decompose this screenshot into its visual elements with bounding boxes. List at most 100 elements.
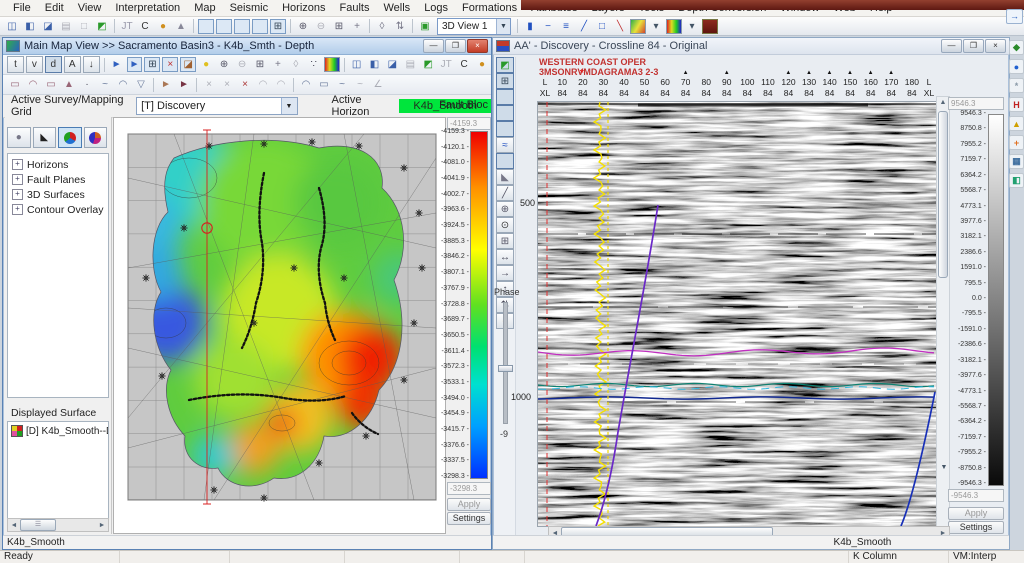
tree-item-horizons[interactable]: + Horizons	[8, 157, 108, 172]
tree-item-fault-planes[interactable]: + Fault Planes	[8, 172, 108, 187]
grid-module-icon[interactable]: ▦	[1009, 154, 1024, 169]
pie2-tab-icon[interactable]	[83, 127, 107, 148]
apply-button[interactable]: Apply	[948, 507, 1004, 520]
wave-smooth2-icon[interactable]: ~	[352, 77, 368, 92]
dual-display-icon[interactable]	[496, 121, 514, 137]
colorbar-icon[interactable]	[496, 153, 514, 169]
apply-button[interactable]: Apply	[447, 498, 491, 511]
restore-button[interactable]: ❐	[445, 39, 466, 53]
snap-strong-icon[interactable]: ►	[176, 77, 192, 92]
split-horizontal-icon[interactable]: ◧	[367, 57, 383, 72]
window-gray-icon[interactable]: ▤	[402, 57, 418, 72]
c-button[interactable]: C	[456, 57, 472, 72]
menu-map[interactable]: Map	[187, 1, 222, 15]
zoom-out-icon[interactable]: ⊖	[313, 19, 329, 34]
wiggle-va-icon[interactable]	[496, 89, 514, 105]
settings-button[interactable]: Settings	[447, 512, 491, 525]
scroll-left-icon[interactable]: ◄	[8, 522, 20, 529]
interp-arc2-icon[interactable]: ◠	[273, 77, 289, 92]
minimize-button[interactable]: —	[941, 39, 962, 53]
zoom-out-icon[interactable]: ⊖	[234, 57, 250, 72]
menu-file[interactable]: File	[6, 1, 38, 15]
posting-icon[interactable]: ∵	[306, 57, 322, 72]
chevron-down-icon[interactable]: ▼	[280, 98, 297, 114]
survey-select[interactable]: [T] Discovery ▼	[136, 97, 298, 115]
tree-item-3d-surfaces[interactable]: +3D Surfaces	[8, 187, 108, 202]
multiline-tool-icon[interactable]: ≡	[558, 19, 574, 34]
undo-icon[interactable]: ◊	[288, 57, 304, 72]
line-tool-icon[interactable]: −	[540, 19, 556, 34]
grid-select-icon[interactable]: ⊞	[144, 57, 161, 72]
scrollbar-thumb[interactable]	[938, 111, 948, 278]
split-vertical-icon[interactable]: ◫	[4, 19, 20, 34]
erase-area-icon[interactable]: ×	[219, 77, 235, 92]
c-button[interactable]: C	[137, 19, 153, 34]
menu-faults[interactable]: Faults	[333, 1, 377, 15]
crossline-view-icon[interactable]	[216, 18, 232, 34]
maroon-display-icon[interactable]	[702, 18, 718, 34]
wiggle-display-icon[interactable]: ▮	[522, 19, 538, 34]
menu-horizons[interactable]: Horizons	[275, 1, 332, 15]
contour-arc-icon[interactable]: ◠	[25, 77, 41, 92]
extend-arc-icon[interactable]: ◠	[298, 77, 314, 92]
pan-icon[interactable]: +	[349, 19, 365, 34]
erase-pick-icon[interactable]: ×	[201, 77, 217, 92]
pan-icon[interactable]: +	[270, 57, 286, 72]
settings-button[interactable]: Settings	[948, 521, 1004, 534]
tree-item-contour-overlay[interactable]: + Contour Overlay	[8, 202, 108, 217]
grid-view-icon[interactable]: ⊞	[270, 18, 286, 34]
menu-edit[interactable]: Edit	[38, 1, 71, 15]
close-button[interactable]: ×	[985, 39, 1006, 53]
new-window-icon[interactable]: ◪	[40, 19, 56, 34]
display-mode-icon[interactable]: ◩	[496, 57, 514, 73]
menu-view[interactable]: View	[71, 1, 109, 15]
erase-all-icon[interactable]: ×	[237, 77, 253, 92]
sync-scroll-icon[interactable]: ⇅	[392, 19, 408, 34]
map-window-icon[interactable]: ◩	[420, 57, 436, 72]
phase-slider-track[interactable]	[503, 302, 508, 424]
menu-formations[interactable]: Formations	[455, 1, 524, 15]
mode-button-v[interactable]: v	[25, 56, 43, 73]
zoom-in-icon[interactable]: ⊕	[216, 57, 232, 72]
displayed-surface-item[interactable]: [D] K4b_Smooth--Di...	[8, 424, 108, 438]
inline-view-icon[interactable]	[198, 18, 214, 34]
eraser-icon[interactable]: ◪	[180, 57, 197, 72]
globe-icon[interactable]: ●	[1009, 59, 1024, 74]
menu-logs[interactable]: Logs	[417, 1, 455, 15]
window-gray-icon[interactable]: ▤	[58, 19, 74, 34]
stretch-horizontal-icon[interactable]: ↔	[496, 249, 514, 265]
settings-caret-icon[interactable]: ▼	[939, 462, 949, 474]
map-canvas[interactable]	[113, 117, 446, 534]
point-pick-icon[interactable]: ·	[79, 77, 95, 92]
trough-pick-icon[interactable]: ▽	[133, 77, 149, 92]
tree-expand-icon[interactable]: +	[12, 204, 23, 215]
wave-smooth-icon[interactable]: ~	[334, 77, 350, 92]
select-wave-icon[interactable]: ►	[126, 57, 143, 72]
contour-flat-icon[interactable]: ▭	[43, 77, 59, 92]
slope-tool-icon[interactable]: ╱	[576, 19, 592, 34]
colorbar-min-input[interactable]: -3298.3	[447, 482, 491, 495]
timeslice-view-icon[interactable]	[234, 18, 250, 34]
pie-tab-icon[interactable]	[58, 127, 82, 148]
lock-icon[interactable]: ◊	[374, 19, 390, 34]
globe-tab-icon[interactable]: ●	[7, 127, 31, 148]
map-window-icon[interactable]: ◩	[94, 19, 110, 34]
well-tools-icon[interactable]: ●	[155, 19, 171, 34]
seismic-section-canvas[interactable]	[537, 101, 937, 527]
well-tools-icon[interactable]: ●	[474, 57, 490, 72]
split-horizontal-icon[interactable]: ◧	[22, 19, 38, 34]
scroll-right-icon[interactable]: ►	[96, 522, 108, 529]
mode-button-d[interactable]: d	[44, 56, 62, 73]
interp-arc-icon[interactable]: ◠	[255, 77, 271, 92]
menu-wells[interactable]: Wells	[376, 1, 417, 15]
chevron-down-icon[interactable]: ▼	[496, 18, 510, 34]
seismic-window-titlebar[interactable]: AA' - Discovery - Crossline 84 - Origina…	[493, 38, 1009, 55]
wedge-tab-icon[interactable]: ◣	[32, 127, 56, 148]
amplitude-min-input[interactable]: -9546.3	[948, 489, 1004, 502]
menu-seismic[interactable]: Seismic	[223, 1, 276, 15]
fault-segment-tool-icon[interactable]: ╲	[612, 19, 628, 34]
wells-module-icon[interactable]: H	[1009, 97, 1024, 112]
mode-button-A[interactable]: A	[63, 56, 81, 73]
density-display-icon[interactable]	[496, 105, 514, 121]
select-arrow-icon[interactable]: ►	[109, 57, 125, 72]
